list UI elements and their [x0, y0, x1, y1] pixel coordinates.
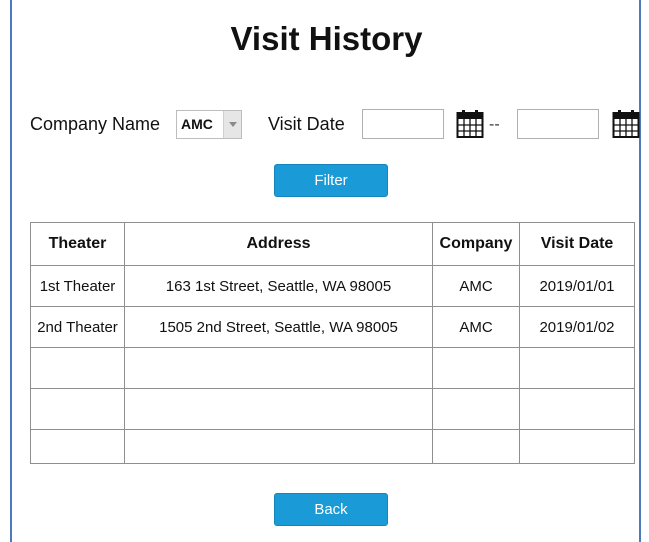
- table-row[interactable]: 1st Theater 163 1st Street, Seattle, WA …: [30, 265, 635, 307]
- page-title: Visit History: [230, 20, 423, 57]
- cell-company: AMC: [432, 306, 520, 348]
- calendar-icon[interactable]: [456, 109, 484, 139]
- table-row-empty: [30, 347, 635, 389]
- cell-theater: 2nd Theater: [30, 306, 125, 348]
- visit-history-table: Theater Address Company Visit Date 1st T…: [30, 222, 635, 464]
- column-header-theater: Theater: [30, 222, 125, 266]
- table-row[interactable]: 2nd Theater 1505 2nd Street, Seattle, WA…: [30, 306, 635, 348]
- chevron-down-icon: [229, 122, 237, 127]
- cell-company: AMC: [432, 265, 520, 307]
- cell-empty: [124, 347, 433, 389]
- cell-address: 1505 2nd Street, Seattle, WA 98005: [124, 306, 433, 348]
- cell-empty: [30, 347, 125, 389]
- company-select-arrow[interactable]: [223, 111, 241, 138]
- company-name-label: Company Name: [30, 114, 161, 134]
- visit-date-label: Visit Date: [268, 114, 345, 134]
- page-frame: Visit History Company Name AMC Visit Dat…: [10, 0, 641, 542]
- table-header-row: Theater Address Company Visit Date: [30, 222, 635, 266]
- column-header-address: Address: [124, 222, 433, 266]
- visit-date-to-input[interactable]: [517, 109, 599, 139]
- cell-empty: [432, 429, 520, 464]
- cell-empty: [519, 388, 635, 430]
- cell-empty: [519, 347, 635, 389]
- cell-empty: [30, 388, 125, 430]
- company-select[interactable]: AMC: [176, 110, 242, 139]
- cell-theater: 1st Theater: [30, 265, 125, 307]
- date-range-separator: --: [489, 116, 500, 133]
- column-header-company: Company: [432, 222, 520, 266]
- filter-button[interactable]: Filter: [274, 164, 388, 197]
- table-row-empty: [30, 429, 635, 464]
- column-header-visit-date: Visit Date: [519, 222, 635, 266]
- back-button[interactable]: Back: [274, 493, 388, 526]
- cell-empty: [30, 429, 125, 464]
- table-row-empty: [30, 388, 635, 430]
- cell-visit-date: 2019/01/01: [519, 265, 635, 307]
- cell-empty: [432, 388, 520, 430]
- cell-empty: [124, 429, 433, 464]
- visit-date-from-input[interactable]: [362, 109, 444, 139]
- cell-empty: [519, 429, 635, 464]
- cell-address: 163 1st Street, Seattle, WA 98005: [124, 265, 433, 307]
- cell-visit-date: 2019/01/02: [519, 306, 635, 348]
- cell-empty: [432, 347, 520, 389]
- calendar-icon[interactable]: [612, 109, 640, 139]
- cell-empty: [124, 388, 433, 430]
- company-select-value: AMC: [181, 116, 213, 132]
